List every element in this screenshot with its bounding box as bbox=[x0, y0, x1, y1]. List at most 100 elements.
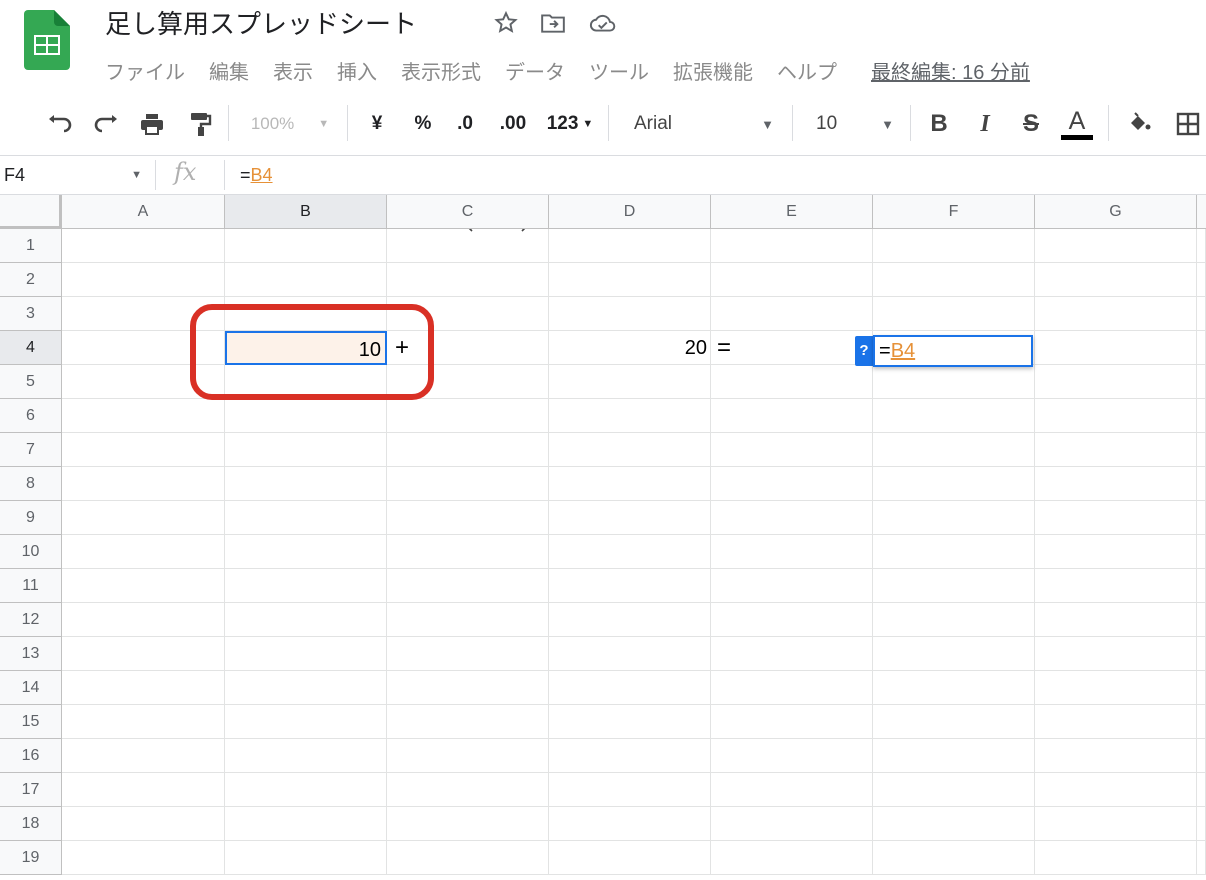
grid-cell[interactable] bbox=[711, 569, 873, 603]
cell-d4[interactable]: 20 bbox=[549, 331, 711, 365]
column-header-d[interactable]: D bbox=[549, 195, 711, 229]
row-header-15[interactable]: 15 bbox=[0, 705, 62, 739]
grid-cell[interactable] bbox=[225, 739, 387, 773]
menu-extensions[interactable]: 拡張機能 bbox=[673, 56, 753, 84]
grid-cell[interactable] bbox=[62, 229, 225, 263]
currency-format-button[interactable]: ¥ bbox=[362, 93, 392, 155]
grid-cell[interactable] bbox=[225, 399, 387, 433]
grid-cell[interactable] bbox=[873, 569, 1035, 603]
grid-cell[interactable] bbox=[225, 535, 387, 569]
grid-cell[interactable] bbox=[711, 603, 873, 637]
grid-cell[interactable] bbox=[549, 807, 711, 841]
grid-cell[interactable] bbox=[711, 637, 873, 671]
grid-cell[interactable] bbox=[1197, 535, 1206, 569]
grid-cell[interactable] bbox=[1035, 671, 1197, 705]
fill-color-icon[interactable] bbox=[1124, 93, 1154, 155]
grid-cell[interactable] bbox=[62, 773, 225, 807]
cell-f4-editor[interactable]: =B4 bbox=[873, 335, 1033, 367]
sheets-logo-icon[interactable] bbox=[24, 10, 70, 70]
grid-cell[interactable] bbox=[1035, 637, 1197, 671]
number-format-select[interactable]: 123 ▼ bbox=[540, 93, 600, 155]
text-color-button[interactable]: A bbox=[1060, 93, 1094, 155]
grid-cell[interactable] bbox=[1197, 263, 1206, 297]
grid-cell[interactable] bbox=[1035, 841, 1197, 875]
grid-cell[interactable] bbox=[225, 569, 387, 603]
grid-cell[interactable] bbox=[873, 263, 1035, 297]
grid-cell[interactable] bbox=[711, 841, 873, 875]
grid-cell[interactable] bbox=[549, 739, 711, 773]
grid-cell[interactable] bbox=[873, 739, 1035, 773]
grid-cell[interactable] bbox=[711, 297, 873, 331]
grid-cell[interactable] bbox=[873, 671, 1035, 705]
grid-cell[interactable] bbox=[711, 705, 873, 739]
grid-cell[interactable] bbox=[387, 399, 549, 433]
grid-cell[interactable] bbox=[549, 637, 711, 671]
grid-cell[interactable] bbox=[387, 603, 549, 637]
grid-cell[interactable] bbox=[873, 501, 1035, 535]
column-header-f[interactable]: F bbox=[873, 195, 1035, 229]
row-header-5[interactable]: 5 bbox=[0, 365, 62, 399]
last-edit-link[interactable]: 最終編集: 16 分前 bbox=[871, 56, 1030, 84]
grid-cell[interactable] bbox=[225, 467, 387, 501]
grid-cell[interactable] bbox=[873, 365, 1035, 399]
grid-cell[interactable] bbox=[1197, 365, 1206, 399]
grid-cell[interactable] bbox=[1197, 773, 1206, 807]
grid-cell[interactable] bbox=[387, 807, 549, 841]
grid-cell[interactable] bbox=[62, 467, 225, 501]
menu-format[interactable]: 表示形式 bbox=[401, 56, 481, 84]
grid-cell[interactable] bbox=[1197, 501, 1206, 535]
grid-cell[interactable] bbox=[225, 773, 387, 807]
grid-cell[interactable] bbox=[225, 433, 387, 467]
row-header-9[interactable]: 9 bbox=[0, 501, 62, 535]
grid-cell[interactable] bbox=[387, 841, 549, 875]
grid-cell[interactable] bbox=[711, 263, 873, 297]
grid-cell[interactable] bbox=[549, 467, 711, 501]
grid-cell[interactable] bbox=[711, 229, 873, 263]
grid-cell[interactable] bbox=[62, 841, 225, 875]
menu-insert[interactable]: 挿入 bbox=[337, 56, 377, 84]
grid-cell[interactable] bbox=[62, 569, 225, 603]
grid-cell[interactable] bbox=[1035, 467, 1197, 501]
grid-cell[interactable] bbox=[225, 603, 387, 637]
menu-tools[interactable]: ツール bbox=[589, 56, 649, 84]
grid-cell[interactable] bbox=[387, 535, 549, 569]
grid-cell[interactable] bbox=[225, 229, 387, 263]
grid-cell[interactable] bbox=[549, 841, 711, 875]
row-header-19[interactable]: 19 bbox=[0, 841, 62, 875]
strikethrough-button[interactable]: S bbox=[1016, 93, 1046, 155]
grid-cell[interactable] bbox=[711, 433, 873, 467]
grid-cell[interactable] bbox=[549, 569, 711, 603]
font-family-select[interactable]: Arial ▼ bbox=[620, 93, 780, 155]
menu-data[interactable]: データ bbox=[505, 56, 565, 84]
borders-icon[interactable] bbox=[1172, 93, 1204, 155]
grid-cell[interactable] bbox=[1197, 637, 1206, 671]
grid-cell[interactable] bbox=[387, 501, 549, 535]
grid-cell[interactable] bbox=[711, 501, 873, 535]
grid-cell[interactable] bbox=[873, 467, 1035, 501]
increase-decimal-button[interactable]: .00 bbox=[494, 93, 532, 155]
cloud-saved-icon[interactable] bbox=[589, 10, 616, 36]
grid-cell[interactable] bbox=[225, 807, 387, 841]
grid-cell[interactable] bbox=[225, 671, 387, 705]
grid-cell[interactable] bbox=[873, 705, 1035, 739]
grid-cell[interactable] bbox=[225, 705, 387, 739]
row-header-17[interactable]: 17 bbox=[0, 773, 62, 807]
column-header-c[interactable]: C bbox=[387, 195, 549, 229]
grid-cell[interactable] bbox=[549, 297, 711, 331]
grid-cell[interactable] bbox=[1197, 603, 1206, 637]
grid-cell[interactable] bbox=[62, 807, 225, 841]
menu-help[interactable]: ヘルプ bbox=[777, 56, 837, 84]
grid-cell[interactable] bbox=[387, 467, 549, 501]
grid-cell[interactable] bbox=[873, 773, 1035, 807]
row-header-6[interactable]: 6 bbox=[0, 399, 62, 433]
star-icon[interactable] bbox=[493, 10, 519, 36]
font-size-select[interactable]: 10 ▼ bbox=[802, 93, 900, 155]
grid-cell[interactable] bbox=[387, 671, 549, 705]
column-header-a[interactable]: A bbox=[62, 195, 225, 229]
zoom-select[interactable]: 100% ▼ bbox=[240, 93, 340, 155]
grid-cell[interactable] bbox=[62, 705, 225, 739]
row-header-13[interactable]: 13 bbox=[0, 637, 62, 671]
grid-cell[interactable] bbox=[1035, 807, 1197, 841]
row-header-8[interactable]: 8 bbox=[0, 467, 62, 501]
row-header-16[interactable]: 16 bbox=[0, 739, 62, 773]
